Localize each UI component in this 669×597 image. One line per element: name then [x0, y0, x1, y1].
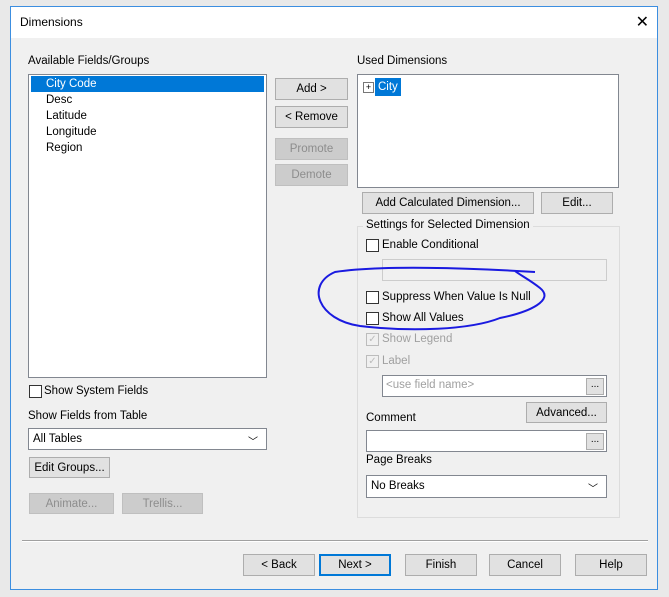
conditional-expression-field[interactable]: [382, 259, 607, 281]
label-field[interactable]: <use field name> ...: [382, 375, 607, 397]
back-button[interactable]: < Back: [243, 554, 315, 576]
settings-group-title: Settings for Selected Dimension: [363, 219, 533, 231]
list-item[interactable]: Region: [31, 140, 264, 156]
table-select[interactable]: All Tables ﹀: [28, 428, 267, 450]
expand-icon[interactable]: +: [363, 82, 374, 93]
used-dimensions-label: Used Dimensions: [357, 55, 448, 67]
show-fields-from-table-label: Show Fields from Table: [28, 410, 148, 422]
close-icon[interactable]: ✕: [636, 12, 649, 32]
promote-button[interactable]: Promote: [275, 138, 348, 160]
show-legend-checkbox[interactable]: ✓: [366, 333, 379, 346]
list-item[interactable]: Longitude: [31, 124, 264, 140]
dialog-title: Dimensions: [20, 15, 83, 29]
page-breaks-label: Page Breaks: [366, 454, 432, 466]
show-system-fields-label: Show System Fields: [44, 385, 149, 397]
trellis-button[interactable]: Trellis...: [122, 493, 203, 514]
show-system-fields-checkbox[interactable]: [29, 385, 42, 398]
available-fields-label: Available Fields/Groups: [28, 55, 150, 67]
finish-button[interactable]: Finish: [405, 554, 477, 576]
demote-button[interactable]: Demote: [275, 164, 348, 186]
chevron-down-icon: ﹀: [588, 484, 598, 495]
next-button[interactable]: Next >: [319, 554, 391, 576]
suppress-null-checkbox[interactable]: [366, 291, 379, 304]
comment-label: Comment: [366, 412, 416, 424]
label-label: Label: [382, 355, 411, 367]
show-all-values-label: Show All Values: [382, 312, 464, 324]
list-item[interactable]: City Code: [31, 76, 264, 92]
suppress-null-label: Suppress When Value Is Null: [382, 291, 531, 303]
chevron-down-icon: ﹀: [248, 437, 258, 448]
label-checkbox[interactable]: ✓: [366, 355, 379, 368]
edit-groups-button[interactable]: Edit Groups...: [29, 457, 110, 478]
animate-button[interactable]: Animate...: [29, 493, 114, 514]
title-bar: Dimensions ✕: [11, 7, 657, 38]
page-breaks-value: No Breaks: [371, 480, 425, 492]
help-button[interactable]: Help: [575, 554, 647, 576]
show-all-values-checkbox[interactable]: [366, 312, 379, 325]
label-placeholder: <use field name>: [386, 379, 475, 391]
used-dimensions-tree[interactable]: + City: [357, 74, 619, 188]
page-breaks-select[interactable]: No Breaks ﹀: [366, 475, 607, 498]
edit-button[interactable]: Edit...: [541, 192, 613, 214]
label-browse-button[interactable]: ...: [586, 378, 604, 395]
advanced-button[interactable]: Advanced...: [526, 402, 607, 423]
cancel-button[interactable]: Cancel: [489, 554, 561, 576]
available-fields-list[interactable]: City Code Desc Latitude Longitude Region: [28, 74, 267, 378]
comment-browse-button[interactable]: ...: [586, 433, 604, 450]
list-item[interactable]: Desc: [31, 92, 264, 108]
tree-item-city[interactable]: City: [375, 78, 401, 96]
enable-conditional-label: Enable Conditional: [382, 239, 479, 251]
show-legend-label: Show Legend: [382, 333, 453, 345]
comment-field[interactable]: ...: [366, 430, 607, 452]
separator: [22, 540, 648, 542]
remove-button[interactable]: < Remove: [275, 106, 348, 128]
table-select-value: All Tables: [33, 433, 83, 445]
add-button[interactable]: Add >: [275, 78, 348, 100]
add-calculated-dimension-button[interactable]: Add Calculated Dimension...: [362, 192, 534, 214]
list-item[interactable]: Latitude: [31, 108, 264, 124]
enable-conditional-checkbox[interactable]: [366, 239, 379, 252]
